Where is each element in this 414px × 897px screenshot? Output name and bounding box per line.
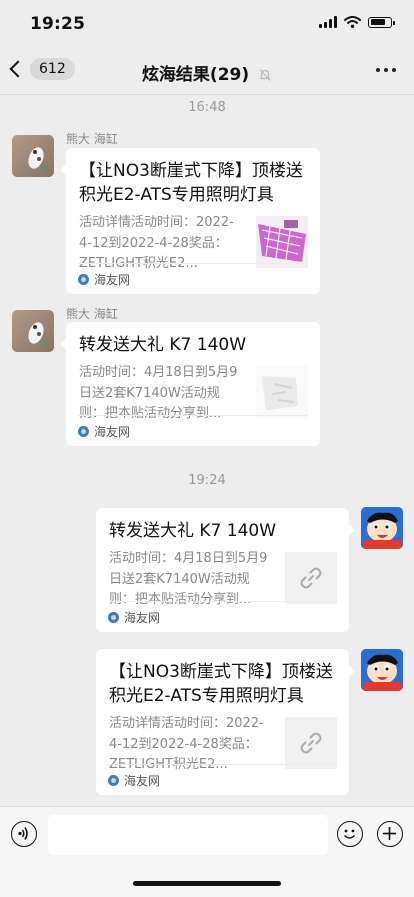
status-icons	[319, 16, 395, 28]
source-logo-icon	[108, 774, 119, 786]
card-thumbnail	[256, 366, 308, 418]
card-title: 【让NO3断崖式下降】顶楼送积光E2-ATS专用照明灯具	[109, 662, 333, 706]
status-bar: 19:25	[0, 0, 414, 48]
home-indicator	[133, 881, 281, 886]
card-title: 转发送大礼 K7 140W	[79, 335, 247, 355]
source-name: 海友网	[124, 610, 161, 625]
source-name: 海友网	[94, 424, 131, 439]
chat-title-wrap: 炫海结果(29)	[0, 60, 414, 85]
source-name: 海友网	[94, 272, 131, 287]
emoji-icon[interactable]	[337, 821, 363, 847]
card-thumbnail	[285, 717, 337, 769]
source-logo-icon	[78, 425, 89, 437]
avatar[interactable]	[361, 649, 403, 691]
timestamp: 19:24	[188, 473, 226, 488]
timestamp: 16:48	[188, 100, 226, 115]
avatar[interactable]	[12, 135, 54, 177]
card-source: 海友网	[78, 415, 308, 446]
voice-icon[interactable]	[11, 821, 37, 847]
link-card[interactable]: 转发送大礼 K7 140W 活动时间：4月18日到5月9日送2套K7140W活动…	[60, 322, 320, 446]
card-source: 海友网	[108, 601, 337, 632]
avatar[interactable]	[12, 310, 54, 352]
card-source: 海友网	[108, 764, 337, 795]
card-title: 【让NO3断崖式下降】顶楼送积光E2-ATS专用照明灯具	[79, 161, 303, 205]
chat-title: 炫海结果(29)	[141, 65, 250, 85]
link-card[interactable]: 【让NO3断崖式下降】顶楼送积光E2-ATS专用照明灯具 活动详情活动时间：20…	[60, 148, 320, 294]
mute-icon	[259, 69, 271, 81]
card-source: 海友网	[78, 263, 308, 294]
sender-name: 熊大 海缸	[66, 307, 118, 321]
sender-name: 熊大 海缸	[66, 132, 118, 146]
source-name: 海友网	[124, 773, 161, 788]
battery-level	[370, 19, 385, 25]
link-card[interactable]: 【让NO3断崖式下降】顶楼送积光E2-ATS专用照明灯具 活动详情活动时间：20…	[96, 649, 355, 795]
card-thumbnail	[256, 216, 308, 268]
link-icon	[300, 732, 322, 754]
wifi-icon	[344, 16, 361, 28]
avatar[interactable]	[361, 507, 403, 549]
chat-header: 612 炫海结果(29)	[0, 48, 414, 95]
link-icon	[300, 567, 322, 589]
link-card[interactable]: 转发送大礼 K7 140W 活动时间：4月18日到5月9日送2套K7140W活动…	[96, 508, 355, 632]
source-logo-icon	[78, 273, 89, 285]
more-icon[interactable]	[376, 68, 396, 72]
status-time: 19:25	[30, 14, 86, 34]
source-logo-icon	[108, 611, 119, 623]
card-thumbnail	[285, 552, 337, 604]
card-title: 转发送大礼 K7 140W	[109, 521, 277, 541]
signal-icon	[319, 16, 337, 28]
message-input[interactable]	[48, 815, 328, 855]
plus-icon[interactable]	[377, 821, 403, 847]
battery-icon	[368, 16, 395, 28]
